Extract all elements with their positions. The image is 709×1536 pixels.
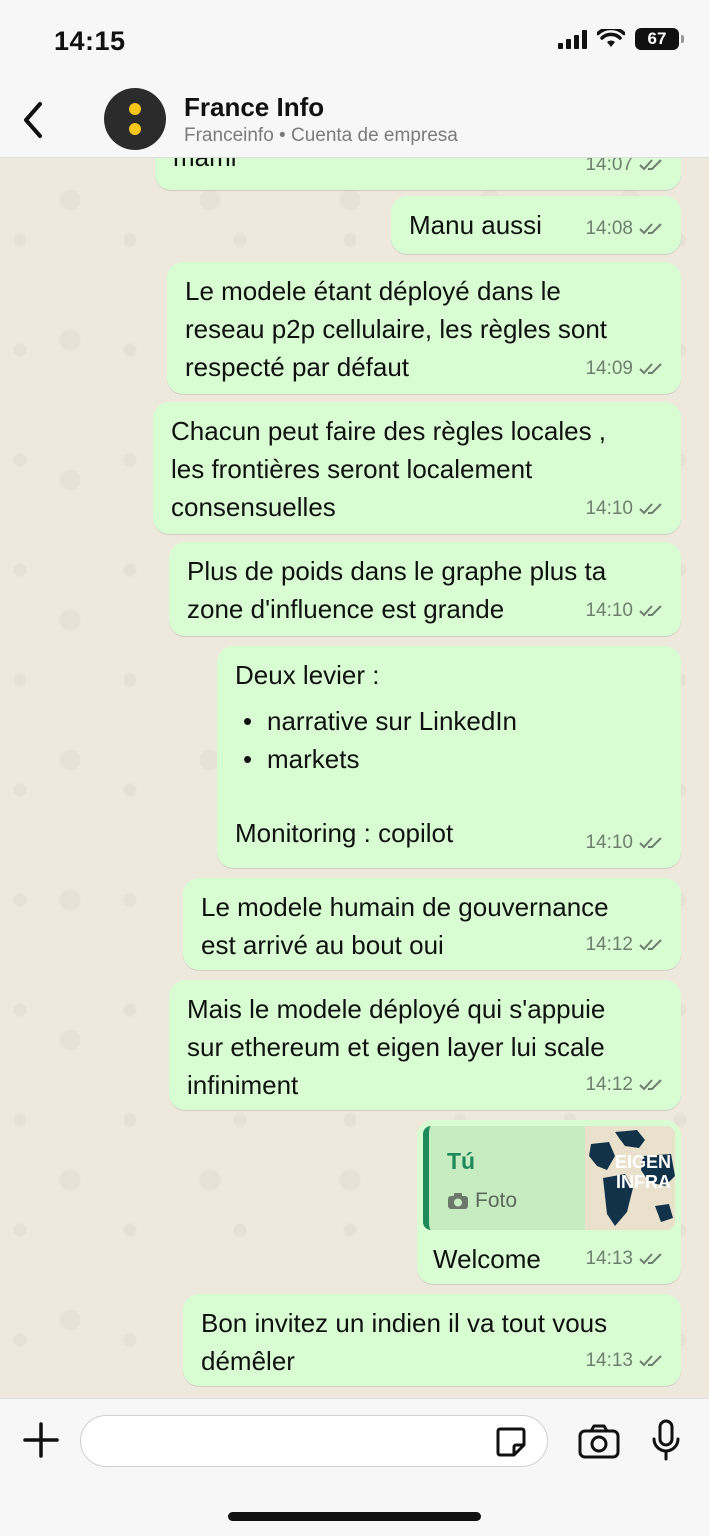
quote-author: Tú xyxy=(447,1148,476,1174)
message-bubble[interactable]: Le modele humain de gouvernance est arri… xyxy=(183,878,681,970)
quote-thumbnail: EIGEN INFRA xyxy=(585,1126,675,1230)
message-meta: 14:09 xyxy=(585,350,667,388)
status-bar: 14:15 67 xyxy=(0,0,709,80)
message-meta: 14:10 xyxy=(585,490,667,528)
message-time: 14:07 xyxy=(585,158,633,175)
double-check-icon xyxy=(639,363,662,375)
message-bubble[interactable]: Plus de poids dans le graphe plus ta zon… xyxy=(169,542,681,636)
message-bubble[interactable]: mami 14:07 xyxy=(155,158,681,190)
quote-type: Foto xyxy=(447,1182,517,1220)
back-arrow-icon[interactable] xyxy=(18,98,50,142)
message-time: 14:12 xyxy=(585,934,633,955)
message-meta: 14:13 xyxy=(585,1240,667,1278)
message-meta: 14:08 xyxy=(585,210,667,248)
message-meta: 14:12 xyxy=(585,1066,667,1104)
message-bubble[interactable]: Le modele étant déployé dans le reseau p… xyxy=(167,262,681,394)
message-list: mami 14:07 Manu aussi 14:08 Le modele ét… xyxy=(0,158,709,1398)
home-indicator[interactable] xyxy=(228,1512,481,1521)
avatar[interactable] xyxy=(104,88,166,150)
double-check-icon xyxy=(639,223,662,235)
wifi-icon xyxy=(597,29,625,47)
double-check-icon xyxy=(639,1355,662,1367)
message-time: 14:08 xyxy=(585,218,633,239)
double-check-icon xyxy=(639,837,662,849)
message-bubble[interactable]: Manu aussi 14:08 xyxy=(391,196,681,254)
list-item: narrative sur LinkedIn xyxy=(235,702,665,740)
status-time: 14:15 xyxy=(54,26,126,56)
status-icons: 67 xyxy=(558,28,684,50)
quote-type-label: Foto xyxy=(475,1189,518,1212)
plus-icon[interactable] xyxy=(22,1421,60,1459)
contact-subtitle: Franceinfo • Cuenta de empresa xyxy=(184,125,458,146)
message-meta: 14:07 xyxy=(585,158,667,184)
message-meta: 14:13 xyxy=(585,1342,667,1380)
message-meta: 14:12 xyxy=(585,926,667,964)
message-bubble[interactable]: Chacun peut faire des règles locales , l… xyxy=(153,402,681,534)
list-item: markets xyxy=(235,740,665,778)
message-time: 14:13 xyxy=(585,1350,633,1371)
double-check-icon xyxy=(639,1079,662,1091)
message-bubble[interactable]: Bon invitez un indien il va tout vous dé… xyxy=(183,1294,681,1386)
double-check-icon xyxy=(639,503,662,515)
message-bubble[interactable]: Deux levier : narrative sur LinkedIn mar… xyxy=(217,646,681,868)
message-time: 14:10 xyxy=(585,600,633,621)
chat-header: France Info Franceinfo • Cuenta de empre… xyxy=(0,80,709,158)
message-time: 14:12 xyxy=(585,1074,633,1095)
double-check-icon xyxy=(639,1253,662,1265)
battery-icon: 67 xyxy=(635,28,684,50)
message-bubble[interactable]: Tú Foto EIGEN INFRA Welcome 14:13 xyxy=(417,1120,681,1284)
signal-icon xyxy=(558,29,587,49)
contact-name[interactable]: France Info xyxy=(184,92,324,123)
message-time: 14:09 xyxy=(585,358,633,379)
message-time: 14:13 xyxy=(585,1248,633,1269)
message-bubble[interactable]: Mais le modele déployé qui s'appuie sur … xyxy=(169,980,681,1110)
message-meta: 14:10 xyxy=(585,824,667,862)
double-check-icon xyxy=(639,605,662,617)
double-check-icon xyxy=(639,939,662,951)
double-check-icon xyxy=(639,159,662,171)
message-text: Deux levier : xyxy=(235,660,380,690)
sticker-icon[interactable] xyxy=(494,1425,528,1459)
camera-icon[interactable] xyxy=(578,1423,620,1459)
message-input[interactable] xyxy=(80,1415,548,1467)
bullet-list: narrative sur LinkedIn markets xyxy=(235,702,665,778)
message-meta: 14:10 xyxy=(585,592,667,630)
quoted-message[interactable]: Tú Foto EIGEN INFRA xyxy=(423,1126,675,1230)
message-time: 14:10 xyxy=(585,498,633,519)
message-time: 14:10 xyxy=(585,832,633,853)
camera-small-icon xyxy=(448,1193,468,1209)
microphone-icon[interactable] xyxy=(650,1419,682,1461)
thumbnail-brand-text: EIGEN INFRA xyxy=(614,1152,671,1192)
